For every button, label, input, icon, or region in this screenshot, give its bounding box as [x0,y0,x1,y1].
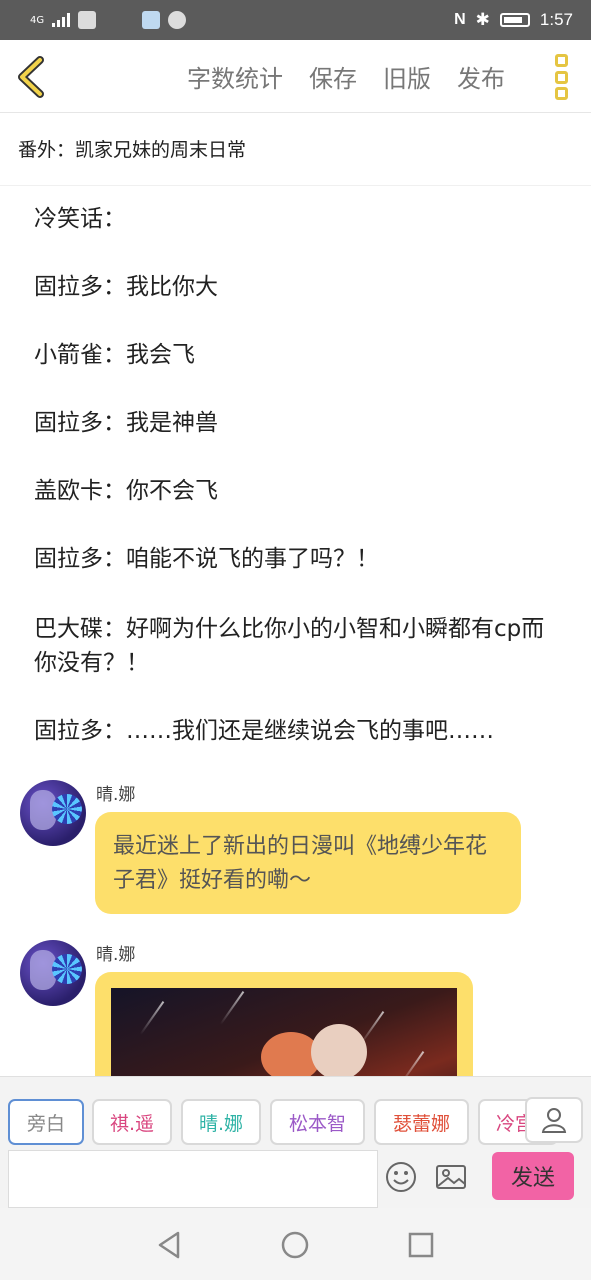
battery-icon [499,13,530,27]
message-bubble[interactable]: 最近迷上了新出的日漫叫《地缚少年花子君》挺好看的嘞～ [95,812,521,914]
narration-line[interactable]: 固拉多：咱能不说飞的事了吗？！ [34,542,564,576]
status-bar: 4G N ✱ 1:57 [0,0,591,40]
home-nav-icon[interactable] [280,1230,310,1260]
editor-toolbar: 字数统计 保存 旧版 发布 [0,40,591,113]
old-version-button[interactable]: 旧版 [383,59,431,94]
avatar[interactable] [20,940,86,1006]
network-type-label: 4G [30,14,45,26]
sender-name: 晴.娜 [96,785,136,805]
character-chip[interactable]: 松本智 [270,1099,365,1145]
app-notification-icon-2 [142,11,161,29]
character-chip[interactable]: 祺.遥 [92,1099,172,1145]
clock: 1:57 [539,10,573,29]
message-input[interactable] [8,1150,378,1208]
chapter-title[interactable]: 番外：凯家兄妹的周末日常 [0,113,591,186]
narration-line[interactable]: 小箭雀：我会飞 [34,338,564,372]
sender-name: 晴.娜 [96,945,136,965]
signal-icon [52,13,71,27]
app-notification-icon [78,11,97,29]
character-chip[interactable]: 晴.娜 [181,1099,261,1145]
chat-message-image[interactable]: 晴.娜 [20,940,580,1076]
chevron-left-icon[interactable] [14,56,50,98]
recents-nav-icon[interactable] [406,1230,436,1260]
user-icon[interactable] [525,1097,583,1143]
input-row: 发送 [0,1148,591,1208]
narration-line[interactable]: 固拉多：我是神兽 [34,406,564,440]
story-content[interactable]: 冷笑话： 固拉多：我比你大 小箭雀：我会飞 固拉多：我是神兽 盖欧卡：你不会飞 … [0,186,591,1076]
send-button[interactable]: 发送 [492,1152,574,1200]
character-selector: 旁白 祺.遥 晴.娜 松本智 瑟蕾娜 冷宫 [0,1076,591,1148]
back-nav-icon[interactable] [154,1230,184,1260]
character-chip[interactable]: 瑟蕾娜 [374,1099,469,1145]
narration-line[interactable]: 巴大碟：好啊为什么比你小的小智和小瞬都有cp而你没有？！ [34,612,564,680]
character-chip-narrator[interactable]: 旁白 [8,1099,84,1145]
publish-button[interactable]: 发布 [457,59,505,94]
nfc-icon: N [454,11,466,28]
image-bubble[interactable] [95,972,473,1076]
word-count-button[interactable]: 字数统计 [187,59,283,94]
narration-line[interactable]: 固拉多：……我们还是继续说会飞的事吧…… [34,714,564,748]
anime-image[interactable] [111,988,457,1076]
more-vertical-icon[interactable] [555,54,569,100]
emoji-icon[interactable] [384,1160,418,1194]
narration-line[interactable]: 固拉多：我比你大 [34,270,564,304]
narration-line[interactable]: 盖欧卡：你不会飞 [34,474,564,508]
avatar[interactable] [20,780,86,846]
narration-line[interactable]: 冷笑话： [34,202,564,236]
app-notification-icon-3 [168,11,187,29]
system-nav-bar [0,1208,591,1280]
bluetooth-icon: ✱ [475,10,490,29]
image-icon[interactable] [434,1160,468,1194]
save-button[interactable]: 保存 [309,59,357,94]
chat-message[interactable]: 晴.娜 最近迷上了新出的日漫叫《地缚少年花子君》挺好看的嘞～ [20,780,580,920]
